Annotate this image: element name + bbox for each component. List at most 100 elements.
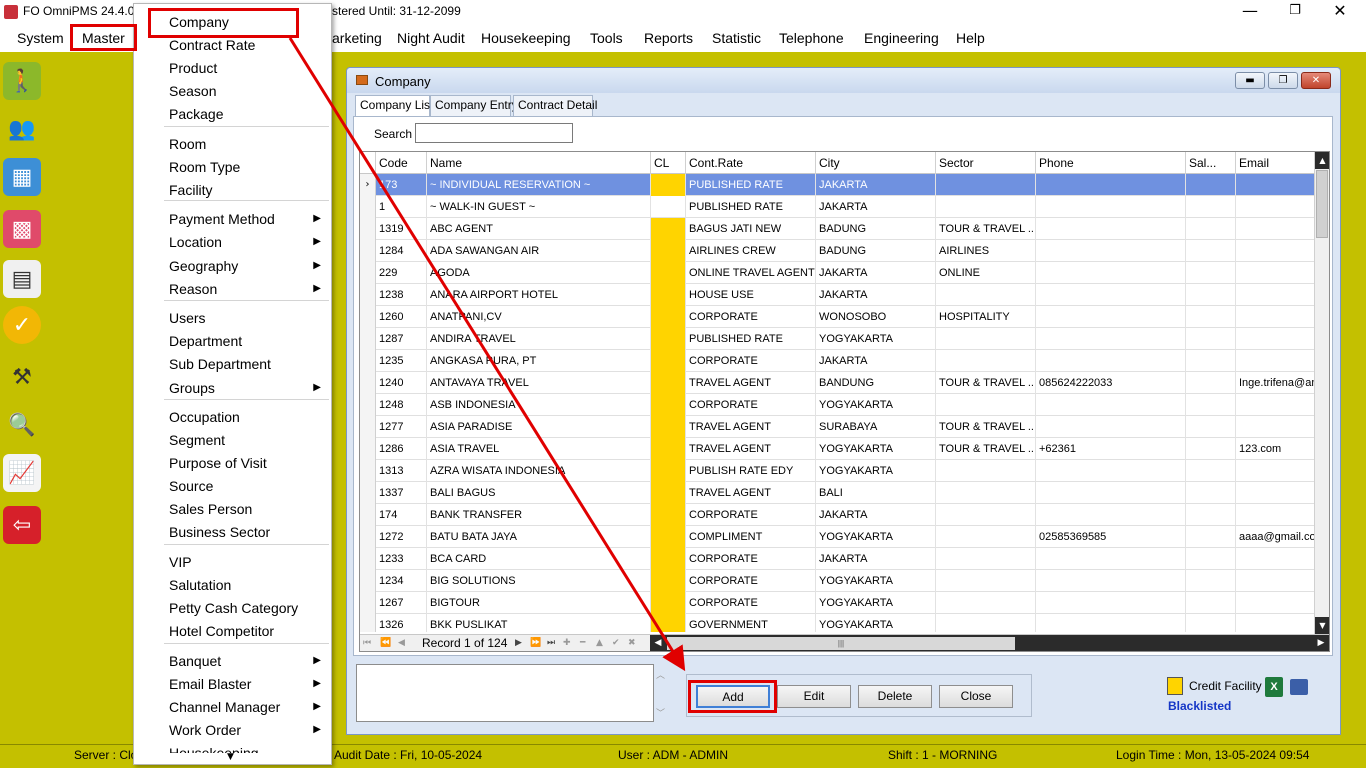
row-header[interactable] xyxy=(360,350,376,372)
cell-credit-limit[interactable] xyxy=(651,526,686,548)
dropdown-item-salutation[interactable]: Salutation xyxy=(169,575,231,595)
cell-city[interactable]: WONOSOBO xyxy=(816,306,936,328)
table-row[interactable]: 1313 AZRA WISATA INDONESIA PUBLISH RATE ED… xyxy=(360,460,1315,482)
row-header[interactable] xyxy=(360,196,376,218)
cell-sector[interactable]: ONLINE xyxy=(936,262,1036,284)
cell-rate[interactable]: BAGUS JATI NEW xyxy=(686,218,816,240)
cell-credit-limit[interactable] xyxy=(651,262,686,284)
cell-rate[interactable]: PUBLISHED RATE xyxy=(686,196,816,218)
nav-first-icon[interactable]: ⏮ xyxy=(363,635,371,651)
cell-phone[interactable]: 085624222033 xyxy=(1036,372,1186,394)
cell-email[interactable]: aaaa@gmail.com xyxy=(1236,526,1315,548)
cell-credit-limit[interactable] xyxy=(651,548,686,570)
nav-edit-icon[interactable]: ▲ xyxy=(596,635,603,651)
housekeeping-icon[interactable]: ⚒ xyxy=(3,358,41,396)
cell-rate[interactable]: PUBLISH RATE EDY xyxy=(686,460,816,482)
row-header[interactable] xyxy=(360,416,376,438)
cell-phone[interactable] xyxy=(1036,614,1186,632)
table-row[interactable]: 1234 BIG SOLUTIONS CORPORATE YOGYAKARTA xyxy=(360,570,1315,592)
dropdown-item-company[interactable]: Company xyxy=(169,12,229,32)
cell-code[interactable]: 1 xyxy=(376,196,427,218)
menu-statistic[interactable]: Statistic xyxy=(712,28,761,48)
column-email[interactable]: Email xyxy=(1236,152,1315,174)
cell-rate[interactable]: CORPORATE xyxy=(686,306,816,328)
cell-phone[interactable]: 02585369585 xyxy=(1036,526,1186,548)
nav-save-icon[interactable]: ✔ xyxy=(612,635,620,651)
cell-phone[interactable] xyxy=(1036,350,1186,372)
table-row[interactable]: 1287 ANDIRA TRAVEL PUBLISHED RATE YOGYAKART… xyxy=(360,328,1315,350)
cell-sal[interactable] xyxy=(1186,306,1236,328)
cell-phone[interactable] xyxy=(1036,284,1186,306)
cell-city[interactable]: JAKARTA xyxy=(816,196,936,218)
dropdown-item-banquet[interactable]: Banquet xyxy=(169,651,221,671)
cell-sal[interactable] xyxy=(1186,262,1236,284)
cell-credit-limit[interactable] xyxy=(651,460,686,482)
row-header[interactable] xyxy=(360,240,376,262)
menu-engineering[interactable]: Engineering xyxy=(864,28,939,48)
close-window-button[interactable]: Close xyxy=(939,685,1013,708)
walk-icon[interactable]: 🚶 xyxy=(3,62,41,100)
cell-rate[interactable]: TRAVEL AGENT xyxy=(686,416,816,438)
cell-email[interactable] xyxy=(1236,284,1315,306)
row-header[interactable] xyxy=(360,592,376,614)
cell-city[interactable]: JAKARTA xyxy=(816,350,936,372)
cell-sector[interactable] xyxy=(936,526,1036,548)
cell-code[interactable]: 1319 xyxy=(376,218,427,240)
cell-name[interactable]: ASB INDONESIA xyxy=(427,394,651,416)
nav-last-icon[interactable]: ⏭ xyxy=(547,635,555,651)
cell-city[interactable]: YOGYAKARTA xyxy=(816,438,936,460)
cell-email[interactable] xyxy=(1236,218,1315,240)
cell-name[interactable]: BIGTOUR xyxy=(427,592,651,614)
menu-master[interactable]: Master xyxy=(82,28,125,48)
cell-code[interactable]: 1326 xyxy=(376,614,427,632)
cell-sector[interactable]: TOUR & TRAVEL ... xyxy=(936,372,1036,394)
cell-sector[interactable] xyxy=(936,350,1036,372)
table-row[interactable]: 1235 ANGKASA PURA, PT CORPORATE JAKARTA xyxy=(360,350,1315,372)
cell-sector[interactable] xyxy=(936,592,1036,614)
column-sector[interactable]: Sector xyxy=(936,152,1036,174)
column-city[interactable]: City xyxy=(816,152,936,174)
dropdown-item-payment-method[interactable]: Payment Method xyxy=(169,209,275,229)
menu-system[interactable]: System xyxy=(17,28,64,48)
guests-icon[interactable]: 👥 xyxy=(3,110,41,148)
cell-name[interactable]: ASIA PARADISE xyxy=(427,416,651,438)
cell-code[interactable]: 1287 xyxy=(376,328,427,350)
cell-sal[interactable] xyxy=(1186,526,1236,548)
cell-sal[interactable] xyxy=(1186,218,1236,240)
nav-prev-icon[interactable]: ◀ xyxy=(398,635,405,651)
cell-credit-limit[interactable] xyxy=(651,284,686,306)
cell-email[interactable] xyxy=(1236,548,1315,570)
delete-button[interactable]: Delete xyxy=(858,685,932,708)
row-header[interactable] xyxy=(360,504,376,526)
cell-city[interactable]: BALI xyxy=(816,482,936,504)
dropdown-item-segment[interactable]: Segment xyxy=(169,430,225,450)
tab-contract-detail[interactable]: Contract Detail xyxy=(513,95,597,116)
cell-city[interactable]: JAKARTA xyxy=(816,174,936,196)
cell-sector[interactable] xyxy=(936,460,1036,482)
cell-name[interactable]: ANGKASA PURA, PT xyxy=(427,350,651,372)
cell-credit-limit[interactable] xyxy=(651,592,686,614)
menu-help[interactable]: Help xyxy=(956,28,985,48)
nav-prev-page-icon[interactable]: ⏪ xyxy=(380,635,391,651)
cell-phone[interactable] xyxy=(1036,328,1186,350)
cell-city[interactable]: YOGYAKARTA xyxy=(816,460,936,482)
table-row[interactable]: 174 BANK TRANSFER CORPORATE JAKARTA xyxy=(360,504,1315,526)
nav-add-icon[interactable]: ✚ xyxy=(563,635,571,651)
table-row[interactable]: 1240 ANTAVAYA TRAVEL TRAVEL AGENT BANDUNG TO… xyxy=(360,372,1315,394)
cell-phone[interactable] xyxy=(1036,196,1186,218)
cell-credit-limit[interactable] xyxy=(651,350,686,372)
horizontal-scrollbar[interactable]: ◀ ||| ▶ xyxy=(650,635,1329,651)
floorplan-icon[interactable]: ▦ xyxy=(3,158,41,196)
cell-name[interactable]: ADA SAWANGAN AIR xyxy=(427,240,651,262)
cell-name[interactable]: ANATPANI,CV xyxy=(427,306,651,328)
cell-rate[interactable]: CORPORATE xyxy=(686,350,816,372)
cell-rate[interactable]: CORPORATE xyxy=(686,394,816,416)
cell-phone[interactable] xyxy=(1036,482,1186,504)
cell-code[interactable]: 1233 xyxy=(376,548,427,570)
cell-rate[interactable]: CORPORATE xyxy=(686,548,816,570)
cell-credit-limit[interactable] xyxy=(651,482,686,504)
cell-name[interactable]: ANARA AIRPORT HOTEL xyxy=(427,284,651,306)
cell-phone[interactable] xyxy=(1036,306,1186,328)
cell-rate[interactable]: GOVERNMENT xyxy=(686,614,816,632)
cell-sector[interactable] xyxy=(936,548,1036,570)
